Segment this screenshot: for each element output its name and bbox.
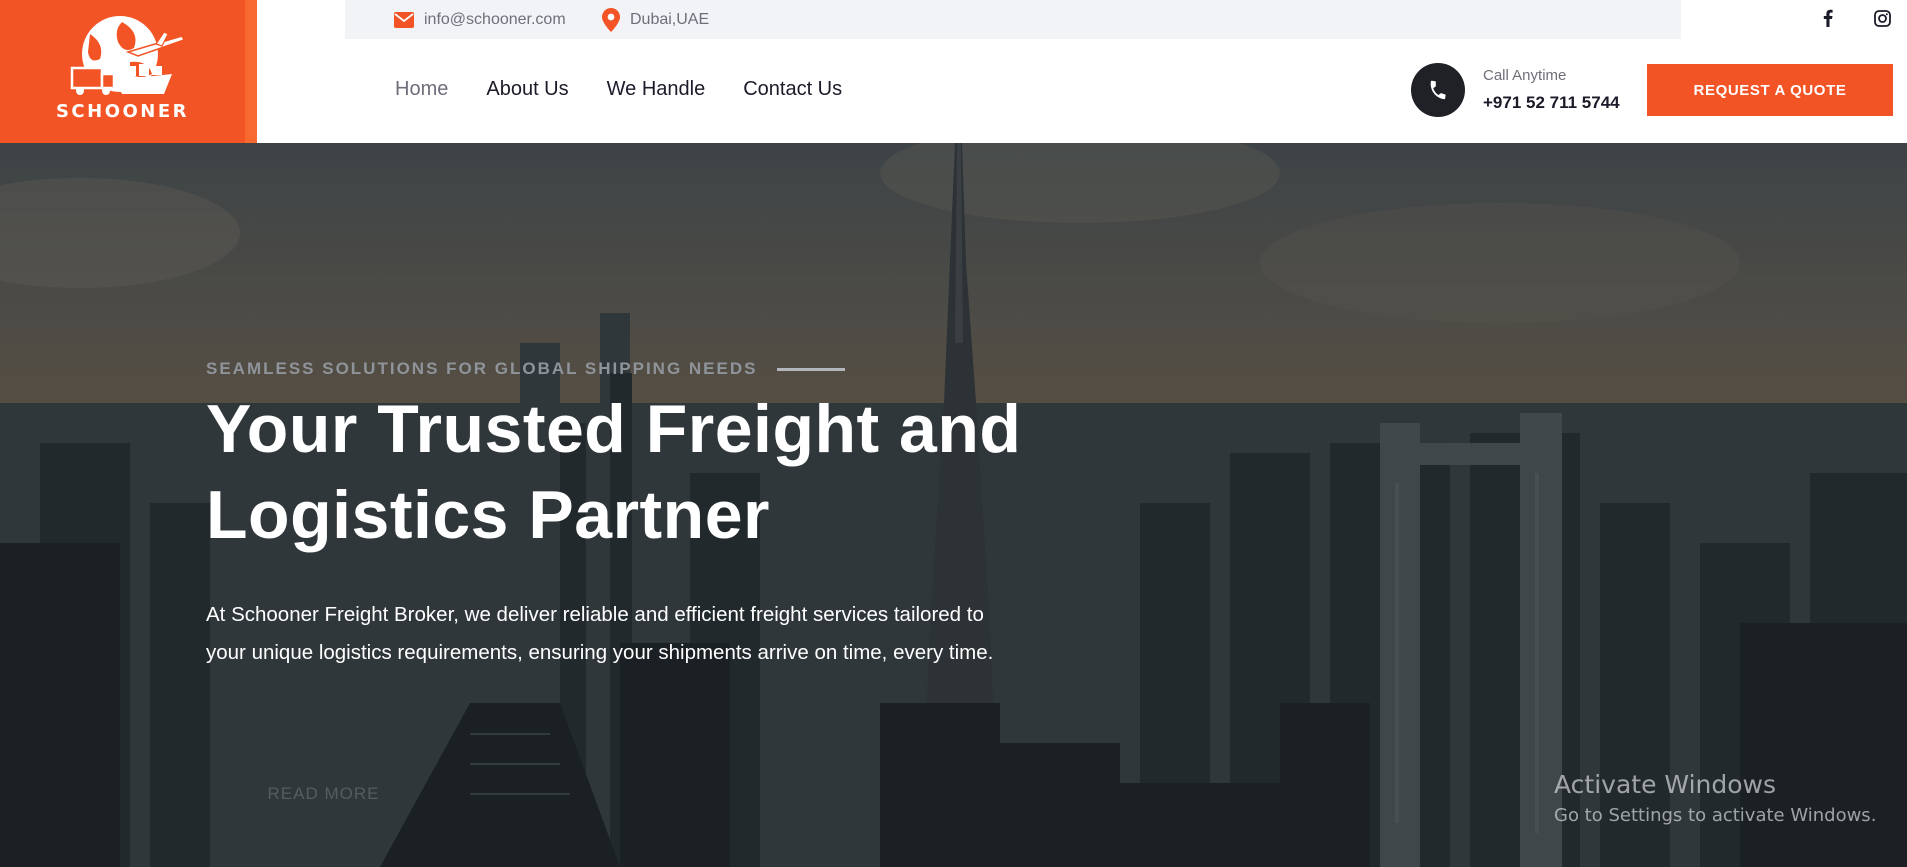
main-navigation: Home About Us We Handle Contact Us bbox=[395, 78, 842, 101]
instagram-icon[interactable] bbox=[1872, 8, 1892, 28]
eyebrow-divider bbox=[777, 367, 846, 371]
logo[interactable]: SCHOONER bbox=[0, 0, 245, 143]
location-text: Dubai,UAE bbox=[630, 10, 710, 28]
activate-windows-title: Activate Windows bbox=[1554, 770, 1776, 799]
map-pin-icon bbox=[602, 7, 620, 32]
call-anytime-label: Call Anytime bbox=[1483, 67, 1567, 84]
email-contact[interactable]: info@schooner.com bbox=[394, 0, 566, 39]
read-more-button[interactable]: READ MORE bbox=[206, 765, 441, 823]
hero-title-line1: Your Trusted Freight and bbox=[206, 391, 1022, 467]
phone-number[interactable]: +971 52 711 5744 bbox=[1483, 93, 1620, 113]
facebook-icon[interactable] bbox=[1818, 8, 1838, 28]
hero-eyebrow: SEAMLESS SOLUTIONS FOR GLOBAL SHIPPING N… bbox=[206, 359, 846, 379]
logo-wordmark: SCHOONER bbox=[55, 101, 190, 122]
hero-eyebrow-text: SEAMLESS SOLUTIONS FOR GLOBAL SHIPPING N… bbox=[206, 359, 758, 378]
hero-description: At Schooner Freight Broker, we deliver r… bbox=[206, 603, 994, 664]
nav-home[interactable]: Home bbox=[395, 78, 448, 101]
logo-emblem-icon bbox=[70, 16, 185, 95]
site-header: SCHOONER info@schooner.com Dubai,UAE Hom… bbox=[0, 0, 1907, 143]
phone-icon[interactable] bbox=[1411, 63, 1465, 117]
top-info-bar: info@schooner.com Dubai,UAE bbox=[345, 0, 1681, 39]
nav-we-handle[interactable]: We Handle bbox=[607, 78, 706, 101]
hero-title-line2: Logistics Partner bbox=[206, 477, 770, 553]
hero-title: Your Trusted Freight and Logistics Partn… bbox=[206, 386, 1106, 558]
location-contact: Dubai,UAE bbox=[602, 0, 709, 39]
envelope-icon bbox=[394, 11, 414, 28]
nav-contact-us[interactable]: Contact Us bbox=[743, 78, 842, 101]
request-quote-button[interactable]: REQUEST A QUOTE bbox=[1647, 64, 1893, 116]
nav-about-us[interactable]: About Us bbox=[486, 78, 568, 101]
logo-accent-strip bbox=[245, 0, 257, 143]
activate-windows-subtitle: Go to Settings to activate Windows. bbox=[1554, 805, 1877, 826]
hero-section: SEAMLESS SOLUTIONS FOR GLOBAL SHIPPING N… bbox=[0, 143, 1907, 867]
email-text: info@schooner.com bbox=[424, 10, 566, 28]
